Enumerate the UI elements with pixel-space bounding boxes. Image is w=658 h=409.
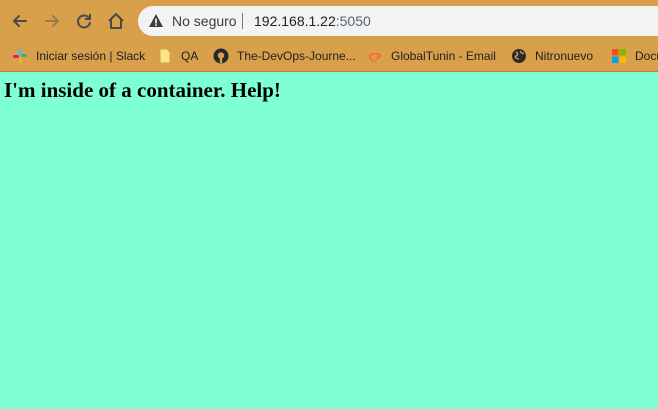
url-port: :5050 [335,13,371,29]
bookmark-qa[interactable]: QA [157,44,198,68]
reload-button[interactable] [72,9,96,33]
slack-icon [13,49,27,63]
address-bar[interactable]: No seguro 192.168.1.22:5050 [138,6,658,36]
microsoft-icon [612,49,626,63]
bookmark-docu[interactable]: Docu [611,44,658,68]
reload-icon [77,14,91,29]
bookmark-label: The-DevOps-Journe... [237,49,356,63]
bookmark-label: Nitronuevo [535,49,594,63]
folder-icon [159,48,171,64]
bookmark-github[interactable]: The-DevOps-Journe... [213,44,356,68]
bookmark-label: Iniciar sesión | Slack [36,49,146,63]
warning-icon [149,14,163,27]
address-divider [242,13,243,29]
url-text[interactable]: 192.168.1.22:5050 [254,13,371,29]
bookmark-nitronuevo[interactable]: Nitronuevo [511,44,593,68]
bookmark-label: GlobalTunin - Email [391,49,496,63]
cpanel-icon [369,53,381,62]
back-arrow-icon [12,15,27,27]
home-button[interactable] [104,9,128,33]
bookmarks-bar: Iniciar sesión | Slack QA The-DevOps-Jou… [0,41,658,72]
url-host: 192.168.1.22 [254,13,336,29]
back-button[interactable] [8,9,32,33]
forward-button[interactable] [40,9,64,33]
bookmark-globaltunin[interactable]: GlobalTunin - Email [367,44,496,68]
browser-toolbar: No seguro 192.168.1.22:5050 [0,0,658,41]
home-icon [108,13,124,29]
page-heading: I'm inside of a container. Help! [4,78,281,102]
page-content: I'm inside of a container. Help! [4,78,281,103]
bookmark-label: QA [181,49,199,63]
github-icon [213,48,229,64]
bookmark-label: Docu [635,49,658,63]
globe-icon [512,49,526,63]
security-status-label[interactable]: No seguro [172,13,237,29]
forward-arrow-icon [45,15,60,27]
bookmark-slack[interactable]: Iniciar sesión | Slack [12,44,145,68]
